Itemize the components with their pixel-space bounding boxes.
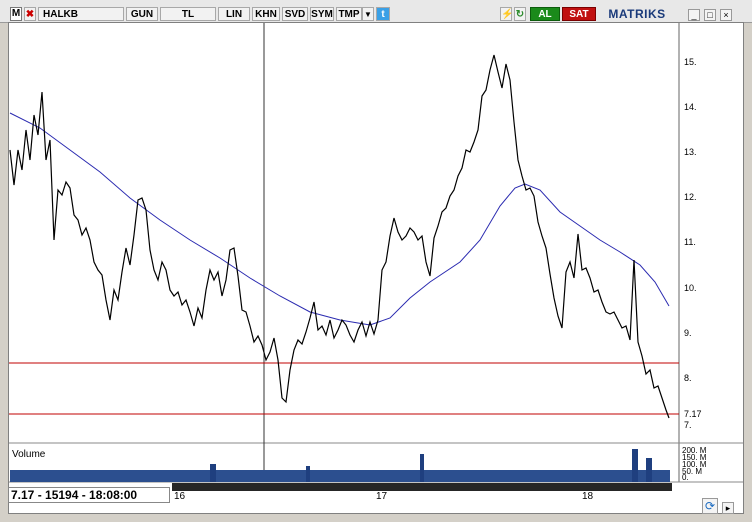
- volume-tick-0: 0.: [682, 473, 689, 482]
- x-tick-17: 17: [376, 491, 388, 502]
- last-price-label: 7.17: [684, 409, 702, 419]
- y-tick-11: 11.: [684, 237, 696, 247]
- plot-area: [9, 23, 679, 443]
- x-tick-16: 16: [174, 491, 186, 502]
- sync-icon[interactable]: ⟳: [702, 498, 718, 514]
- y-tick-13: 13.: [684, 147, 697, 157]
- y-tick-15: 15.: [684, 57, 697, 67]
- y-tick-7: 7.: [684, 420, 692, 430]
- y-tick-10: 10.: [684, 283, 697, 293]
- x-tick-18: 18: [582, 491, 594, 502]
- y-tick-12: 12.: [684, 192, 697, 202]
- x-axis-strip: [172, 483, 672, 491]
- y-tick-9: 9.: [684, 328, 692, 338]
- scroll-right-icon[interactable]: ▸: [722, 502, 734, 514]
- volume-bars: [10, 449, 670, 482]
- price-chart[interactable]: [0, 0, 752, 522]
- volume-label: Volume: [12, 449, 46, 460]
- y-tick-8: 8.: [684, 373, 692, 383]
- cursor-info-box: 7.17 - 15194 - 18:08:00: [8, 487, 170, 503]
- y-tick-14: 14.: [684, 102, 697, 112]
